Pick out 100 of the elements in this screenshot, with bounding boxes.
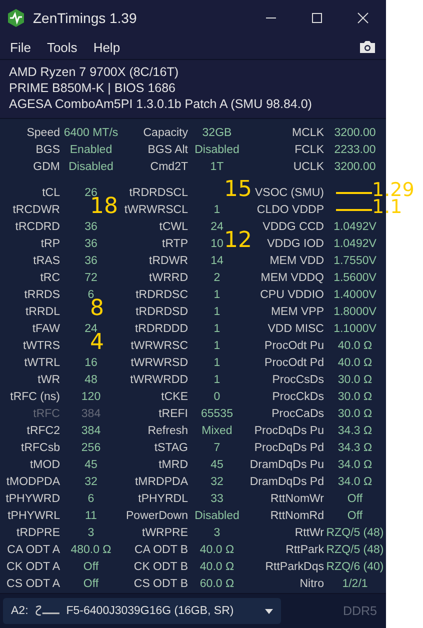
system-info-text: PRIME B850M-K | BIOS 1686 [9,80,177,96]
timing-label: ProcOdt Pu [264,339,324,354]
timing-label: tRDRDSC [134,288,188,304]
timing-value: 1.8000V [334,306,376,318]
timing-value: 6 [88,493,94,506]
timing-label: DramDqDs Pd [248,475,324,490]
timing-value: Off [83,561,99,574]
timing-value: 40.0 Ω [338,340,372,352]
timing-label: tSTAG [153,441,188,456]
timing-value: 10 [210,238,224,250]
timing-label: tMRD [158,458,188,474]
timing-label: tPHYRDL [137,492,188,508]
timing-label: VDDG CCD [262,220,324,236]
timing-label: BGS Alt [146,142,188,158]
timing-value: 2 [214,272,220,284]
timing-label: MCLK [291,126,324,141]
timing-label: Speed [26,126,60,141]
timing-label: tMRDPDA [134,475,188,490]
timing-value: 1 [214,340,220,352]
timing-label: ProcDqDs Pd [253,441,324,456]
timing-label: tREFI [158,407,188,422]
timing-value: 32 [84,476,98,488]
timing-label: BGS [34,142,60,158]
timing-value: 30.0 Ω [338,408,372,420]
timing-value: 256 [81,442,101,454]
system-info-text: AGESA ComboAm5PI 1.3.0.1b Patch A (SMU 98.84.0) [9,96,313,112]
timing-label: tCKE [160,390,188,406]
timing-value: 2233.00 [334,144,376,156]
timing-label: MEM VDD [268,254,324,270]
menu-item[interactable]: Tools [46,40,78,55]
timing-label: CS ODT B [132,577,188,592]
timing-value: 1.7550V [334,255,376,268]
timing-label: tMOD [28,458,60,474]
menu-item[interactable]: File [10,40,31,55]
timing-label: UCLK [292,160,324,175]
menu-item[interactable]: Help [93,40,120,55]
timing-value: 384 [81,408,101,420]
timing-value: 3200.00 [334,160,376,173]
timing-label: ProcOdt Pd [264,356,324,372]
timing-label: tRCDWR [12,203,60,218]
timing-label: tWRWRSCL [123,203,188,218]
timing-label: MEM VPP [270,305,324,320]
timing-value: RZQ/5 (48) [326,527,384,540]
timing-label: tFAW [31,322,60,338]
module-name: F5-6400J3039G16G (16GB, SR) [66,605,235,618]
timing-value: 3 [214,527,220,540]
timing-value: 1T [210,160,224,173]
timing-value: 34.0 Ω [338,459,372,472]
timing-label: tRP [40,237,60,252]
timing-label: tRDPRE [16,526,60,542]
timing-value: 384 [81,425,101,438]
timing-label: tWRWRSC [130,339,188,354]
timing-label: CS ODT A [6,577,60,592]
timing-value: RZQ/6 (40) [326,561,384,574]
timing-label: tRAS [32,254,60,270]
timing-value: 0 [214,391,220,404]
timing-label: tRFC (ns) [9,390,60,406]
timing-label: CLDO VDDP [256,203,324,218]
timing-value: 1 [214,204,220,216]
timing-value: 24 [210,221,224,234]
timing-value: 3200.00 [334,126,376,139]
timing-value: 40.0 Ω [200,561,234,574]
timing-label: tWRPRE [141,526,188,542]
timing-value: 1.0492V [334,221,376,234]
timing-value: 1 [214,323,220,336]
timing-value: Disabled [194,144,240,156]
timing-value: 1 [214,357,220,370]
timing-value: RZQ/5 (48) [326,544,384,556]
timing-label: tRC [39,271,60,286]
timing-label: CA ODT A [6,543,60,558]
timing-value: 32GB [202,126,232,139]
timing-value: 72 [84,272,98,284]
timing-value: 120 [81,391,101,404]
timing-label: tMODPDA [5,475,60,490]
caret-icon [265,608,273,614]
timing-value: 48 [84,374,98,386]
timing-label: tRDRDSD [134,305,188,320]
handwritten-note: 8 [90,297,104,322]
timing-label: RttWr [294,526,324,542]
timing-label: tRDWR [148,254,188,270]
timing-label: tWRRD [148,271,188,286]
handwritten-note: 18 [90,195,118,220]
timing-label: tWTRL [23,356,60,372]
timing-label: tCWL [158,220,188,236]
timing-value: 32 [210,476,224,488]
timing-label: tRFCsb [20,441,60,456]
timing-label: tPHYWRL [6,509,60,524]
timing-label: ProcCsDs [271,373,324,388]
slot-label: A2: [11,605,28,618]
close-icon [357,12,369,24]
timing-label: Capacity [142,126,188,141]
timing-value: 6400 MT/s [64,126,118,139]
timing-value: Disabled [68,160,114,173]
timing-label: tRRDL [24,305,60,320]
camera-icon[interactable] [359,40,376,54]
timing-value: 1 [214,306,220,318]
timing-label: RttNomRd [269,509,324,524]
module-dropdown[interactable]: A2: F5-6400J3039G16G (16GB, SR) [3,598,281,624]
timing-label: CK ODT A [6,560,60,576]
timing-value: 65535 [201,408,233,420]
